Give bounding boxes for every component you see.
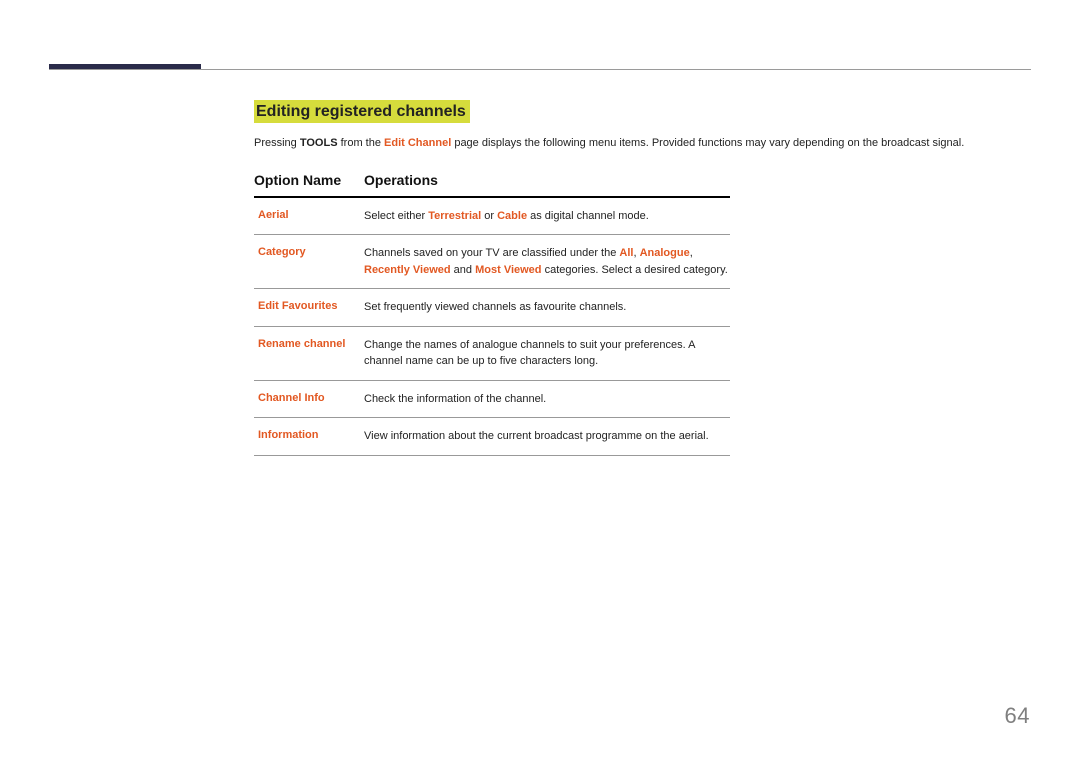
option-name: Category xyxy=(258,245,364,278)
table-header: Option Name Operations xyxy=(254,172,730,198)
intro-text: from the xyxy=(338,137,384,149)
table-header-operations: Operations xyxy=(364,172,730,188)
option-name: Channel Info xyxy=(258,391,364,408)
intro-text: page displays the following menu items. … xyxy=(451,137,964,149)
option-description: Channels saved on your TV are classified… xyxy=(364,245,730,278)
page-number: 64 xyxy=(1005,703,1030,729)
page: Editing registered channels Pressing TOO… xyxy=(0,0,1080,763)
table-row: CategoryChannels saved on your TV are cl… xyxy=(254,235,730,289)
option-description: Change the names of analogue channels to… xyxy=(364,337,730,370)
header-rule xyxy=(49,69,1031,70)
highlight-term: Analogue xyxy=(640,247,690,259)
highlight-term: Recently Viewed xyxy=(364,264,451,276)
table-row: Edit FavouritesSet frequently viewed cha… xyxy=(254,289,730,327)
intro-link-edit-channel: Edit Channel xyxy=(384,137,451,149)
table-row: InformationView information about the cu… xyxy=(254,418,730,456)
table-body: AerialSelect either Terrestrial or Cable… xyxy=(254,198,730,456)
description-text: Set frequently viewed channels as favour… xyxy=(364,301,626,313)
option-description: Set frequently viewed channels as favour… xyxy=(364,299,730,316)
option-name: Information xyxy=(258,428,364,445)
table-header-option-name: Option Name xyxy=(254,172,364,188)
table-row: Channel InfoCheck the information of the… xyxy=(254,381,730,419)
description-text: View information about the current broad… xyxy=(364,430,709,442)
option-name: Rename channel xyxy=(258,337,364,370)
intro-text: Pressing xyxy=(254,137,300,149)
highlight-term: Most Viewed xyxy=(475,264,541,276)
intro-paragraph: Pressing TOOLS from the Edit Channel pag… xyxy=(254,135,1031,152)
option-description: View information about the current broad… xyxy=(364,428,730,445)
description-text: Select either xyxy=(364,210,428,222)
description-text: Change the names of analogue channels to… xyxy=(364,339,695,368)
table-row: AerialSelect either Terrestrial or Cable… xyxy=(254,198,730,236)
description-text: and xyxy=(451,264,475,276)
description-text: as digital channel mode. xyxy=(527,210,649,222)
description-text: or xyxy=(481,210,497,222)
option-name: Aerial xyxy=(258,208,364,225)
intro-bold: TOOLS xyxy=(300,137,338,149)
highlight-term: All xyxy=(619,247,633,259)
section-title: Editing registered channels xyxy=(254,100,470,123)
option-description: Select either Terrestrial or Cable as di… xyxy=(364,208,730,225)
options-table: Option Name Operations AerialSelect eith… xyxy=(254,172,730,456)
highlight-term: Cable xyxy=(497,210,527,222)
highlight-term: Terrestrial xyxy=(428,210,481,222)
description-text: categories. Select a desired category. xyxy=(542,264,728,276)
option-description: Check the information of the channel. xyxy=(364,391,730,408)
option-name: Edit Favourites xyxy=(258,299,364,316)
content-area: Editing registered channels Pressing TOO… xyxy=(254,100,1031,456)
table-row: Rename channelChange the names of analog… xyxy=(254,327,730,381)
description-text: , xyxy=(690,247,693,259)
description-text: Check the information of the channel. xyxy=(364,393,546,405)
description-text: Channels saved on your TV are classified… xyxy=(364,247,619,259)
